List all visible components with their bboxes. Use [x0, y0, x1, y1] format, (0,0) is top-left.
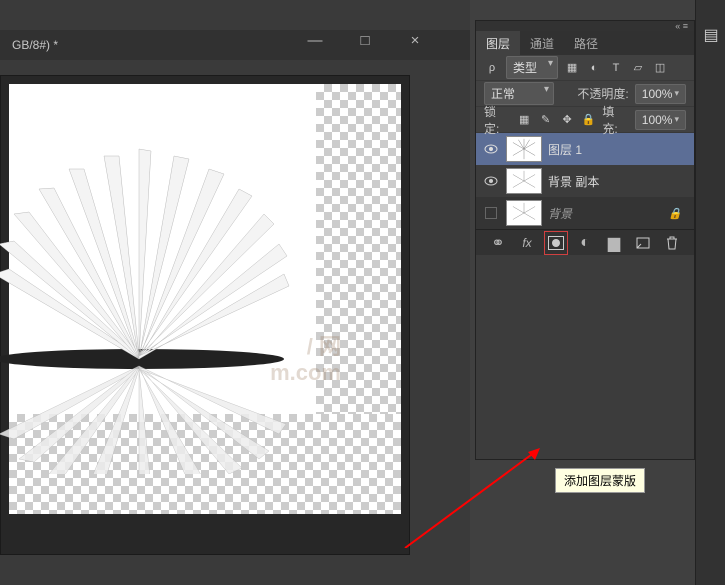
tab-layers[interactable]: 图层	[476, 31, 520, 55]
lock-label: 锁定:	[484, 103, 510, 137]
lock-transparent-icon[interactable]: ▦	[516, 112, 531, 128]
vertical-dock: ▤	[695, 0, 725, 585]
filter-text-icon[interactable]: T	[608, 60, 624, 76]
layer-effects-icon[interactable]: fx	[518, 234, 536, 252]
right-panel-area: « ≡ 图层 通道 路径 ρ 类型 ▦ ◐ T ▱ ◫ 正常 不透明度: 100…	[475, 0, 725, 585]
layer-item[interactable]: 背景 🔒	[476, 197, 694, 229]
canvas[interactable]: / 网 m.com	[9, 84, 401, 514]
add-layer-mask-icon[interactable]	[547, 234, 565, 252]
layers-list: 图层 1 背景 副本 背景 🔒	[476, 133, 694, 229]
blend-row: 正常 不透明度: 100%	[476, 81, 694, 107]
tab-channels[interactable]: 通道	[520, 31, 564, 55]
eye-icon	[484, 176, 498, 186]
visibility-toggle[interactable]	[482, 204, 500, 222]
minimize-button[interactable]: —	[300, 32, 330, 49]
layer-name: 图层 1	[548, 141, 582, 158]
open-book-icon	[0, 124, 309, 474]
panel-collapse-icon[interactable]: « ≡	[675, 21, 688, 31]
lock-position-icon[interactable]: ✥	[559, 112, 574, 128]
adjustment-layer-icon[interactable]: ◐	[576, 234, 594, 252]
document-tab[interactable]: GB/8#) *	[0, 38, 70, 52]
link-layers-icon[interactable]: ⚭	[489, 234, 507, 252]
layers-panel: « ≡ 图层 通道 路径 ρ 类型 ▦ ◐ T ▱ ◫ 正常 不透明度: 100…	[475, 20, 695, 460]
document-title: GB/8#) *	[12, 38, 58, 52]
book-image	[0, 124, 309, 474]
layer-thumbnail	[506, 168, 542, 194]
lock-all-icon[interactable]: 🔒	[581, 112, 596, 128]
window-controls: — □ ×	[300, 32, 430, 49]
opacity-field[interactable]: 100%	[635, 84, 686, 104]
watermark: / 网 m.com	[270, 334, 341, 387]
fill-label: 填充:	[602, 103, 628, 137]
filter-adjust-icon[interactable]: ◐	[586, 60, 602, 76]
opacity-label: 不透明度:	[577, 85, 628, 102]
blend-mode-select[interactable]: 正常	[484, 82, 554, 105]
maximize-button[interactable]: □	[350, 32, 380, 49]
lock-pixels-icon[interactable]: ✎	[538, 112, 553, 128]
visibility-toggle[interactable]	[482, 140, 500, 158]
filter-kind-select[interactable]: 类型	[506, 56, 558, 79]
dock-icon[interactable]: ▤	[696, 20, 725, 50]
canvas-frame: / 网 m.com	[0, 75, 410, 555]
eye-icon	[484, 144, 498, 154]
new-layer-icon[interactable]	[634, 234, 652, 252]
layer-thumbnail	[506, 200, 542, 226]
group-icon[interactable]: ▆	[605, 234, 623, 252]
layer-thumbnail	[506, 136, 542, 162]
trash-icon[interactable]	[663, 234, 681, 252]
layer-filter-row: ρ 类型 ▦ ◐ T ▱ ◫	[476, 55, 694, 81]
tab-paths[interactable]: 路径	[564, 31, 608, 55]
fill-field[interactable]: 100%	[635, 110, 686, 130]
panel-header: « ≡	[476, 21, 694, 31]
layer-item[interactable]: 图层 1	[476, 133, 694, 165]
close-button[interactable]: ×	[400, 32, 430, 49]
layer-name: 背景 副本	[548, 173, 599, 190]
filter-kind-icon[interactable]: ρ	[484, 60, 500, 76]
tooltip: 添加图层蒙版	[555, 468, 645, 493]
layer-name: 背景	[548, 205, 572, 222]
layer-item[interactable]: 背景 副本	[476, 165, 694, 197]
filter-smart-icon[interactable]: ◫	[652, 60, 668, 76]
layers-panel-footer: ⚭ fx ◐ ▆	[476, 229, 694, 255]
lock-row: 锁定: ▦ ✎ ✥ 🔒 填充: 100%	[476, 107, 694, 133]
filter-shape-icon[interactable]: ▱	[630, 60, 646, 76]
workspace: GB/8#) * — □ ×	[0, 0, 470, 585]
filter-pixel-icon[interactable]: ▦	[564, 60, 580, 76]
panel-tabs: 图层 通道 路径	[476, 31, 694, 55]
visibility-off-icon	[485, 207, 497, 219]
lock-icon: 🔒	[668, 207, 682, 220]
visibility-toggle[interactable]	[482, 172, 500, 190]
